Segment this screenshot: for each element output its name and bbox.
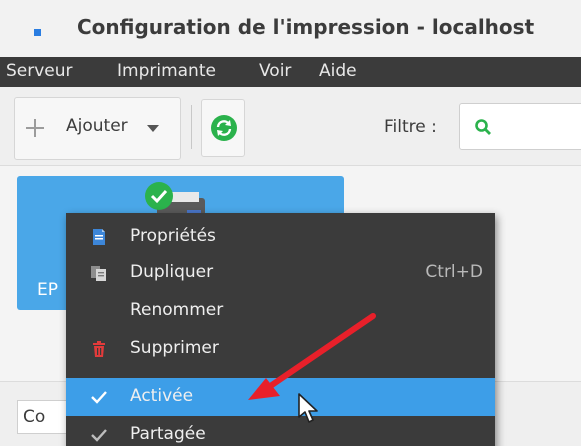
printer-name: EP — [37, 280, 58, 300]
duplicate-icon — [91, 266, 106, 281]
search-icon — [475, 119, 491, 135]
menu-item-dupliquer[interactable]: Dupliquer Ctrl+D — [66, 254, 495, 292]
shortcut-label: Ctrl+D — [425, 262, 483, 282]
refresh-icon — [211, 115, 237, 141]
mouse-cursor-icon — [298, 393, 318, 423]
menu-voir[interactable]: Voir — [259, 61, 291, 81]
menu-imprimante[interactable]: Imprimante — [117, 61, 216, 81]
menu-item-proprietes[interactable]: Propriétés — [66, 218, 495, 256]
add-button[interactable]: Ajouter — [14, 97, 181, 160]
app-icon — [34, 29, 41, 36]
menu-item-partagee[interactable]: Partagée — [66, 416, 495, 446]
status-text: Co — [23, 407, 46, 427]
filter-input[interactable] — [459, 103, 581, 150]
toolbar-separator — [191, 105, 192, 149]
properties-icon — [93, 229, 105, 245]
menu-bar: Serveur Imprimante Voir Aide — [0, 57, 581, 87]
refresh-button[interactable] — [201, 99, 245, 157]
menu-item-label: Partagée — [130, 424, 206, 444]
menu-item-label: Dupliquer — [130, 262, 214, 282]
check-icon — [91, 429, 107, 442]
menu-item-label: Renommer — [130, 300, 224, 320]
chevron-down-icon[interactable] — [147, 125, 159, 132]
menu-item-label: Activée — [130, 386, 194, 406]
add-button-label: Ajouter — [66, 116, 128, 136]
trash-icon — [93, 341, 105, 357]
title-bar: Configuration de l'impression - localhos… — [0, 0, 581, 57]
menu-serveur[interactable]: Serveur — [6, 61, 73, 81]
plus-icon — [26, 119, 44, 137]
menu-aide[interactable]: Aide — [319, 61, 357, 81]
toolbar: Ajouter Filtre : — [0, 87, 581, 166]
menu-item-label: Supprimer — [130, 338, 219, 358]
check-icon — [91, 391, 107, 404]
menu-item-label: Propriétés — [130, 226, 216, 246]
filter-label: Filtre : — [384, 117, 437, 137]
window-title: Configuration de l'impression - localhos… — [77, 15, 535, 39]
